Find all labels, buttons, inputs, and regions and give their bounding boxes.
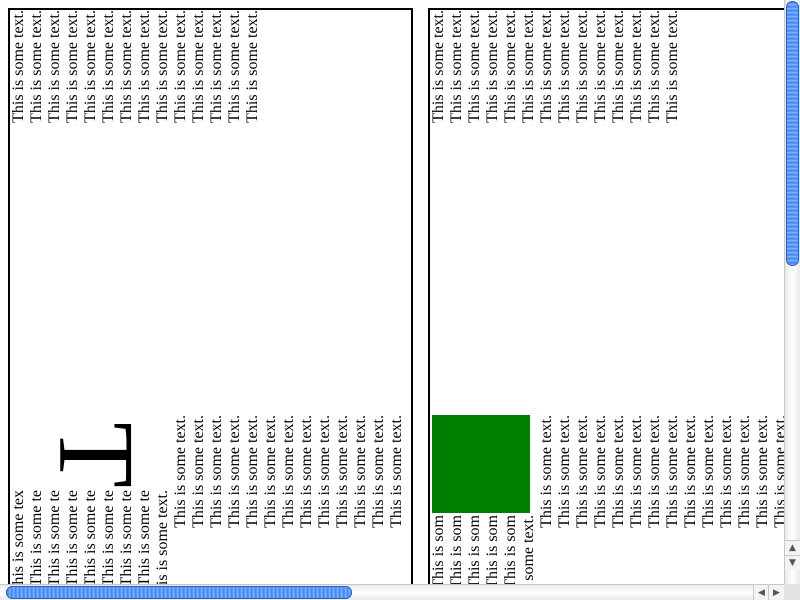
left-text-panel: This is some text. This is some text. Th…: [8, 8, 413, 596]
text-line: This is some text.: [592, 415, 609, 528]
right-text-panel: This is some text. This is some text. Th…: [428, 8, 798, 596]
text-line: This is some text.: [628, 415, 645, 528]
text-line: This is some text.: [736, 415, 753, 528]
text-line: This is some text.: [484, 10, 501, 123]
horizontal-scrollbar[interactable]: ◀ ▶: [0, 584, 784, 600]
scroll-right-button[interactable]: ▶: [768, 585, 784, 600]
text-line: This is some text.: [538, 10, 555, 123]
arrow-up-icon: ▲: [789, 543, 796, 553]
text-line: This is some text.: [10, 10, 27, 123]
text-line: This is some text.: [520, 10, 537, 123]
scroll-left-button[interactable]: ◀: [753, 585, 769, 600]
text-line: This is some text.: [100, 10, 117, 123]
text-line: This is some text.: [388, 415, 405, 528]
text-line: This is some text.: [262, 415, 279, 528]
text-line: This is some text.: [172, 10, 189, 123]
text-line: This is some text.: [700, 415, 717, 528]
text-line: This is some text.: [466, 10, 483, 123]
vertical-scrollbar[interactable]: ▲ ▼: [784, 0, 800, 584]
text-line-clipped: This is some te: [100, 490, 117, 587]
text-line: This is some text.: [244, 10, 261, 123]
scrollbar-corner: [784, 584, 800, 600]
green-block: [432, 415, 530, 513]
arrow-right-icon: ▶: [773, 587, 780, 598]
scroll-up-button[interactable]: ▲: [785, 540, 800, 555]
text-line: This is some text.: [172, 415, 189, 528]
text-line-clipped: This is some te: [46, 490, 63, 587]
horizontal-scroll-thumb[interactable]: [6, 586, 352, 599]
text-line: This is some text.: [592, 10, 609, 123]
text-line: This is some text.: [154, 10, 171, 123]
text-line: This is some text.: [574, 10, 591, 123]
text-line: This is some text.: [682, 415, 699, 528]
arrow-down-icon: ▼: [789, 558, 796, 568]
text-line: This is some text.: [334, 415, 351, 528]
text-line: This is some text.: [226, 415, 243, 528]
text-line: This is some text.: [64, 10, 81, 123]
text-line-clipped: This is som: [502, 515, 519, 589]
text-line-clipped: This is some te: [136, 490, 153, 587]
text-line: This is some text.: [538, 415, 555, 528]
text-line: This is some text.: [448, 10, 465, 123]
text-line: This is some text.: [754, 415, 771, 528]
text-line: This is some text.: [82, 10, 99, 123]
text-line-clipped: This is som: [466, 515, 483, 589]
text-line: This is some text.: [136, 10, 153, 123]
text-line: This is some text.: [628, 10, 645, 123]
text-line: This is some text.: [502, 10, 519, 123]
text-line: This is some text.: [352, 415, 369, 528]
text-line: This is some text.: [556, 10, 573, 123]
text-line-clipped: This is some te: [82, 490, 99, 587]
text-line: This is some text.: [280, 415, 297, 528]
text-line: This is some text.: [46, 10, 63, 123]
text-line-clipped: This is some te: [28, 490, 45, 587]
text-line: This is some text.: [718, 415, 735, 528]
text-line: This is some text.: [226, 10, 243, 123]
text-line: This is some text.: [664, 415, 681, 528]
text-line: This is some text.: [646, 415, 663, 528]
text-line: This is some text.: [610, 10, 627, 123]
text-line: This is some text.: [646, 10, 663, 123]
text-line: This is some text.: [28, 10, 45, 123]
text-line-clipped: This is som: [430, 515, 447, 589]
text-line: This is some text.: [154, 490, 171, 596]
text-line: This is some text.: [208, 10, 225, 123]
arrow-left-icon: ◀: [758, 587, 765, 598]
vertical-scroll-thumb[interactable]: [786, 1, 799, 266]
text-line: This is some text.: [610, 415, 627, 528]
text-line: This is some text.: [118, 10, 135, 123]
text-line-clipped: This is som: [484, 515, 501, 589]
text-line-clipped: his is some tex: [10, 490, 27, 585]
text-line: This is some text.: [190, 415, 207, 528]
text-line-clipped: This is some te: [118, 490, 135, 587]
text-line: This is some text.: [298, 415, 315, 528]
text-line: This is some text.: [430, 10, 447, 123]
text-line: This is some text.: [556, 415, 573, 528]
text-line: This is some text.: [664, 10, 681, 123]
scroll-down-button[interactable]: ▼: [785, 555, 800, 570]
text-line-clipped: This is som: [448, 515, 465, 589]
text-line: This is some text.: [316, 415, 333, 528]
text-line: This is some text.: [190, 10, 207, 123]
text-line: This is some text.: [208, 415, 225, 528]
text-line: This is some text.: [370, 415, 387, 528]
text-line-clipped: This is some te: [64, 490, 81, 587]
text-line: This is some text.: [574, 415, 591, 528]
text-line: This is some text.: [244, 415, 261, 528]
